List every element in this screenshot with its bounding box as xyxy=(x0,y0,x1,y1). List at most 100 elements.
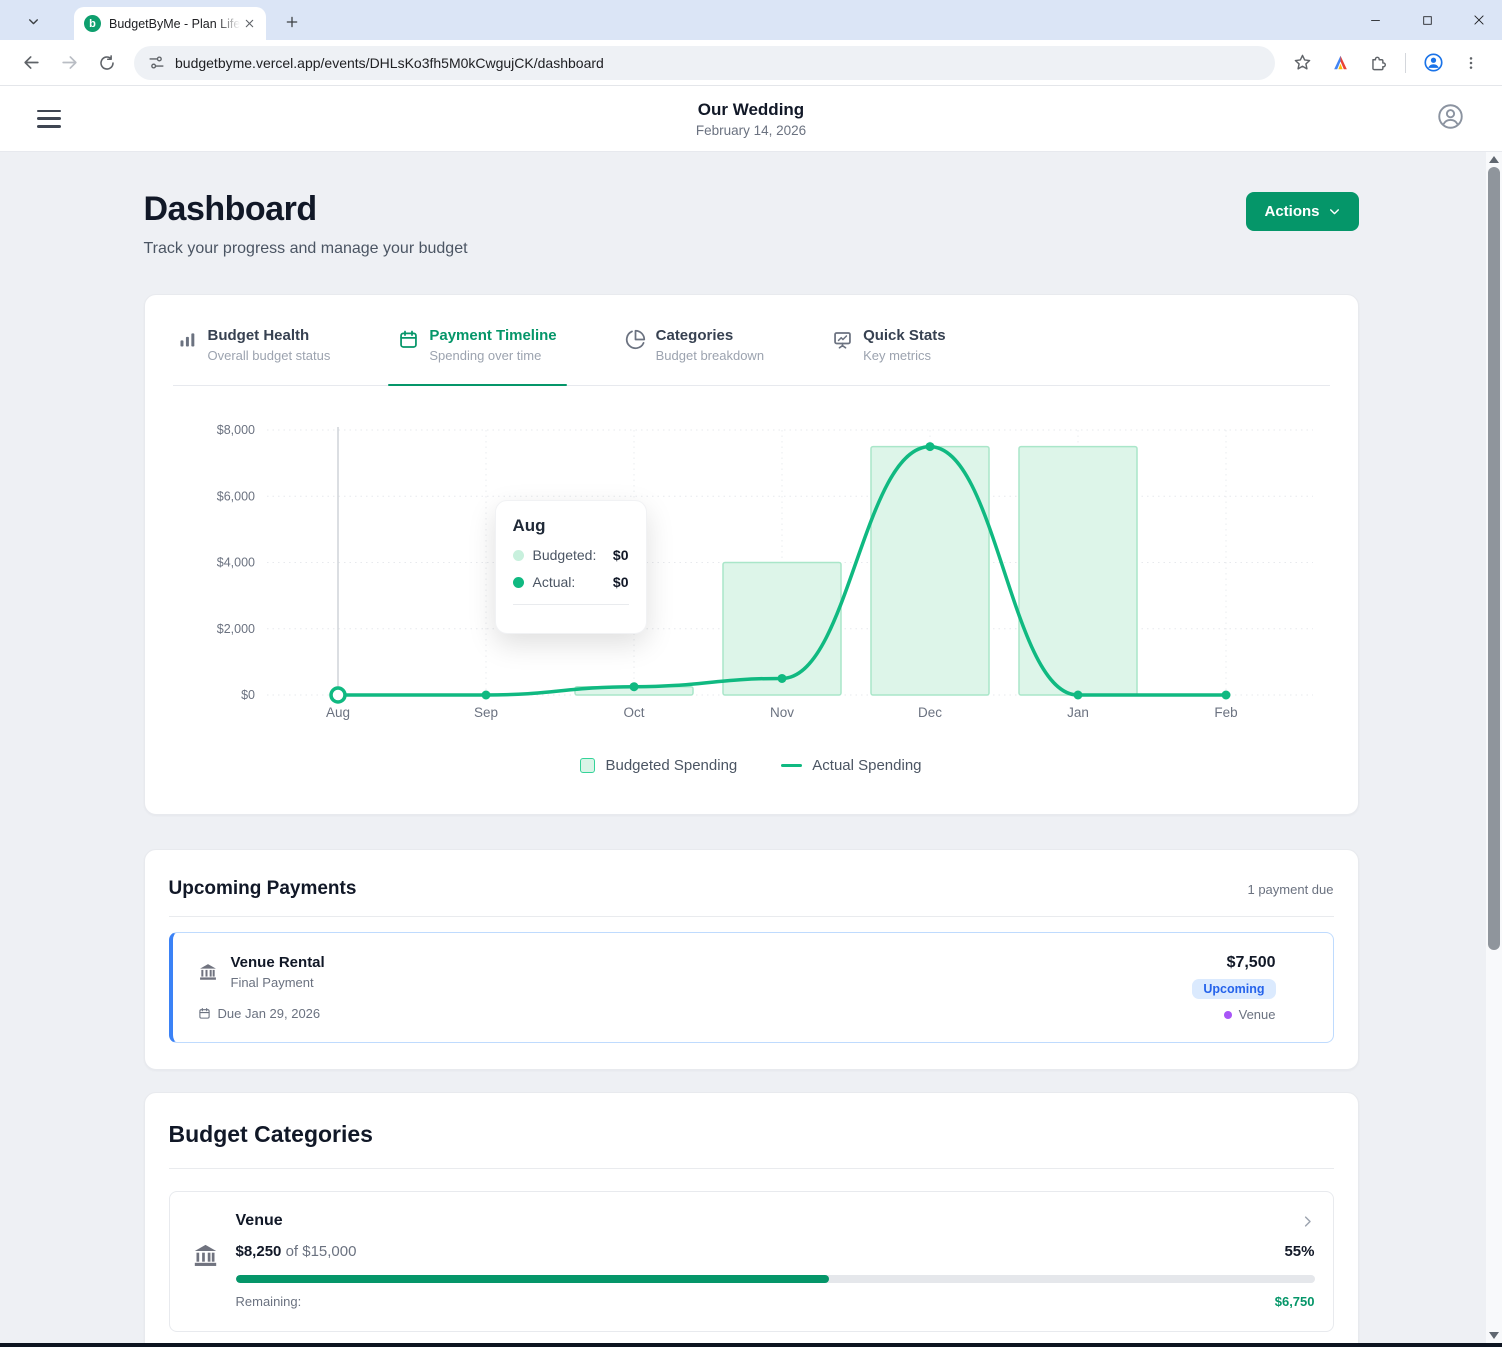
actual-point-dec[interactable] xyxy=(925,442,934,451)
tab-label: Quick Stats xyxy=(863,327,946,344)
budgeted-legend-swatch xyxy=(580,758,595,773)
y-axis-label: $4,000 xyxy=(216,556,254,570)
x-axis-label: Nov xyxy=(769,705,793,720)
new-tab-button[interactable] xyxy=(278,8,306,36)
actual-point-aug-active[interactable] xyxy=(331,688,345,702)
actual-point-feb[interactable] xyxy=(1221,691,1230,700)
y-axis-label: $2,000 xyxy=(216,622,254,636)
actual-point-sep[interactable] xyxy=(481,691,490,700)
site-favicon: b xyxy=(84,15,101,32)
minimize-button[interactable] xyxy=(1362,8,1388,32)
bookmark-star-icon[interactable] xyxy=(1286,47,1318,79)
page-title: Dashboard xyxy=(144,190,468,229)
browser-toolbar: budgetbyme.vercel.app/events/DHLsKo3fh5M… xyxy=(0,40,1502,86)
page-scrollbar[interactable] xyxy=(1486,152,1502,1343)
budget-categories-title: Budget Categories xyxy=(169,1121,1334,1168)
tooltip-actual-label: Actual: xyxy=(533,574,576,590)
x-axis-label: Feb xyxy=(1214,705,1237,720)
url-text[interactable]: budgetbyme.vercel.app/events/DHLsKo3fh5M… xyxy=(175,55,604,71)
chevron-down-icon xyxy=(1328,205,1341,218)
actual-legend-dash xyxy=(781,764,802,768)
remaining-label: Remaining: xyxy=(236,1294,302,1309)
actual-point-nov[interactable] xyxy=(777,674,786,683)
dashboard-tabs: Budget HealthOverall budget status Payme… xyxy=(173,325,1330,386)
extensions-puzzle-icon[interactable] xyxy=(1362,47,1394,79)
scrollbar-up-arrow[interactable] xyxy=(1489,156,1499,163)
tab-sublabel: Spending over time xyxy=(429,348,556,363)
tab-search-button[interactable] xyxy=(18,8,48,34)
site-settings-icon[interactable] xyxy=(148,54,165,71)
tooltip-actual-value: $0 xyxy=(613,574,629,590)
app-header: Our Wedding February 14, 2026 xyxy=(0,86,1502,152)
forward-button[interactable] xyxy=(53,47,85,79)
page-subtitle: Track your progress and manage your budg… xyxy=(144,240,468,258)
x-axis-label: Aug xyxy=(325,705,349,720)
presentation-icon xyxy=(832,329,853,350)
chevron-right-icon[interactable] xyxy=(1300,1214,1315,1229)
user-avatar-icon[interactable] xyxy=(1437,103,1464,135)
category-progress-bar xyxy=(236,1275,1315,1283)
actual-point-oct[interactable] xyxy=(629,682,638,691)
profile-avatar-icon[interactable] xyxy=(1417,47,1449,79)
payment-item-venue-rental[interactable]: Venue Rental Final Payment Due Jan 29, 2… xyxy=(169,932,1334,1043)
category-item-venue[interactable]: Venue $8,250 of $15,000 55% Remaining: $… xyxy=(169,1191,1334,1332)
tab-label: Budget Health xyxy=(208,327,331,344)
upcoming-payments-title: Upcoming Payments xyxy=(169,878,357,900)
dashboard-page: Dashboard Track your progress and manage… xyxy=(0,152,1502,1347)
back-button[interactable] xyxy=(15,47,47,79)
spending-chart: $8,000$6,000$4,000$2,000$0AugSepOctNovDe… xyxy=(173,414,1330,731)
divider xyxy=(169,1168,1334,1169)
browser-tab-strip: b BudgetByMe - Plan Life's Specia xyxy=(0,0,1502,40)
close-button[interactable] xyxy=(1466,8,1492,32)
tooltip-budgeted-label: Budgeted: xyxy=(533,547,597,563)
bank-icon xyxy=(198,962,218,982)
actual-legend-label: Actual Spending xyxy=(812,757,921,774)
menu-hamburger-icon[interactable] xyxy=(37,110,61,128)
window-bottom-edge xyxy=(0,1343,1502,1347)
reload-button[interactable] xyxy=(91,47,123,79)
chart-legend: Budgeted Spending Actual Spending xyxy=(173,757,1330,774)
scrollbar-down-arrow[interactable] xyxy=(1489,1332,1499,1339)
actual-point-jan[interactable] xyxy=(1073,691,1082,700)
url-bar[interactable]: budgetbyme.vercel.app/events/DHLsKo3fh5M… xyxy=(134,46,1275,80)
remaining-value: $6,750 xyxy=(1275,1294,1315,1309)
tab-close-icon[interactable] xyxy=(240,15,258,33)
pie-chart-icon xyxy=(625,329,646,350)
tab-label: Payment Timeline xyxy=(429,327,556,344)
calendar-icon xyxy=(198,1007,211,1020)
tab-sublabel: Key metrics xyxy=(863,348,946,363)
divider xyxy=(169,916,1334,917)
chart-canvas: $8,000$6,000$4,000$2,000$0AugSepOctNovDe… xyxy=(173,414,1332,726)
payment-status-badge: Upcoming xyxy=(1192,979,1275,999)
category-progress-fill xyxy=(236,1275,829,1283)
tab-label: Categories xyxy=(656,327,764,344)
payments-due-count: 1 payment due xyxy=(1247,882,1333,897)
tab-budget-health[interactable]: Budget HealthOverall budget status xyxy=(173,325,335,385)
budget-categories-card: Budget Categories Venue $8,250 of $15,00… xyxy=(144,1092,1359,1347)
browser-tab[interactable]: b BudgetByMe - Plan Life's Specia xyxy=(74,7,266,40)
x-axis-label: Sep xyxy=(473,705,497,720)
browser-menu-kebab-icon[interactable] xyxy=(1455,47,1487,79)
extension-colored-icon[interactable] xyxy=(1324,47,1356,79)
window-controls xyxy=(1362,8,1492,32)
y-axis-label: $0 xyxy=(241,688,255,702)
tab-payment-timeline[interactable]: Payment Timeline Spending over time xyxy=(394,325,560,385)
x-axis-label: Oct xyxy=(623,705,644,720)
actions-button[interactable]: Actions xyxy=(1246,192,1358,231)
maximize-button[interactable] xyxy=(1414,8,1440,32)
event-title: Our Wedding xyxy=(696,100,806,120)
payment-amount: $7,500 xyxy=(1227,954,1276,972)
chart-tooltip: Aug Budgeted: $0 Actual: $0 xyxy=(495,500,647,634)
payment-category: Venue xyxy=(1239,1007,1276,1022)
bank-icon xyxy=(192,1242,219,1269)
y-axis-label: $8,000 xyxy=(216,423,254,437)
calendar-icon xyxy=(398,329,419,350)
scrollbar-thumb[interactable] xyxy=(1488,167,1500,950)
payment-name: Venue Rental xyxy=(231,954,325,971)
payment-timeline-card: Budget HealthOverall budget status Payme… xyxy=(144,294,1359,815)
tooltip-budgeted-value: $0 xyxy=(613,547,629,563)
tab-categories[interactable]: CategoriesBudget breakdown xyxy=(621,325,768,385)
upcoming-payments-card: Upcoming Payments 1 payment due Venue Re… xyxy=(144,849,1359,1070)
tab-title: BudgetByMe - Plan Life's Specia xyxy=(109,17,240,31)
tab-quick-stats[interactable]: Quick Stats Key metrics xyxy=(828,325,950,385)
